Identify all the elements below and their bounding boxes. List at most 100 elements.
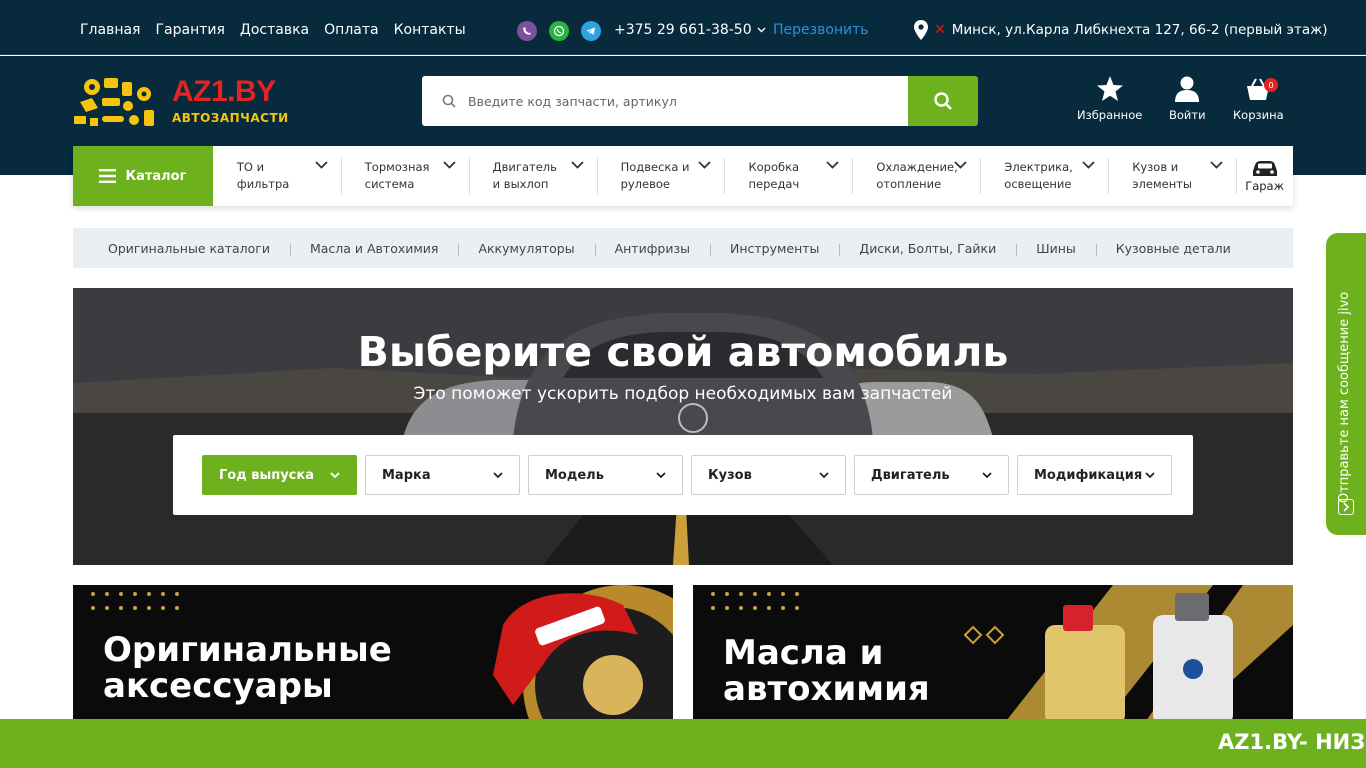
address-text: Минск, ул.Карла Либкнехта 127, 66-2 (пер… bbox=[951, 22, 1328, 38]
cart-button[interactable]: 0 Корзина bbox=[1233, 76, 1284, 122]
brand-select[interactable]: Марка bbox=[365, 455, 520, 495]
category-label-line2: и выхлоп bbox=[492, 177, 549, 191]
phone-number[interactable]: +375 29 661-38-50 bbox=[614, 22, 766, 38]
logo[interactable]: AZ1.BY АВТОЗАПЧАСТИ bbox=[72, 72, 289, 130]
subnav-original-catalogs[interactable]: Оригинальные каталоги bbox=[108, 241, 310, 256]
phone-text: +375 29 661-38-50 bbox=[614, 22, 752, 38]
brake-caliper-image bbox=[493, 585, 673, 725]
nav-link-contacts[interactable]: Контакты bbox=[394, 22, 466, 38]
search-button[interactable] bbox=[908, 76, 978, 126]
category-label-line2: отопление bbox=[876, 177, 942, 191]
user-icon bbox=[1175, 76, 1200, 102]
garage-button[interactable]: Гараж bbox=[1236, 146, 1293, 206]
category-label-line2: элементы bbox=[1132, 177, 1192, 191]
store-address: ✕ Минск, ул.Карла Либкнехта 127, 66-2 (п… bbox=[914, 20, 1328, 40]
year-select[interactable]: Год выпуска bbox=[202, 455, 357, 495]
nav-link-home[interactable]: Главная bbox=[80, 22, 140, 38]
telegram-icon[interactable] bbox=[581, 21, 601, 41]
category-to-filters[interactable]: ТО и фильтра bbox=[213, 146, 341, 206]
category-label-line1: Тормозная bbox=[364, 160, 430, 174]
messenger-icons bbox=[517, 21, 601, 41]
category-label-line1: Подвеска и bbox=[620, 160, 690, 174]
category-label-line2: передач bbox=[748, 177, 800, 191]
nav-link-warranty[interactable]: Гарантия bbox=[155, 22, 224, 38]
category-label-line2: освещение bbox=[1004, 177, 1072, 191]
hero-subtitle: Это поможет ускорить подбор необходимых … bbox=[413, 384, 953, 404]
chevron-down-icon bbox=[656, 471, 666, 478]
dot-pattern bbox=[711, 592, 799, 610]
category-electrics[interactable]: Электрика, освещение bbox=[980, 146, 1108, 206]
promo-title-line1: Оригинальные bbox=[103, 630, 392, 670]
chevron-down-icon bbox=[315, 161, 328, 169]
promo-accessories[interactable]: Оригинальные аксессуары bbox=[73, 585, 673, 725]
search-icon bbox=[934, 92, 952, 110]
whatsapp-icon[interactable] bbox=[549, 21, 569, 41]
subnav-tires[interactable]: Шины bbox=[1036, 241, 1116, 256]
engine-select[interactable]: Двигатель bbox=[854, 455, 1009, 495]
chevron-down-icon bbox=[493, 471, 503, 478]
oil-bottles-image bbox=[963, 585, 1293, 725]
subnav-batteries[interactable]: Аккумуляторы bbox=[478, 241, 614, 256]
callback-link[interactable]: Перезвонить bbox=[773, 22, 869, 38]
year-select-label: Год выпуска bbox=[219, 467, 314, 483]
promo-title-line2: аксессуары bbox=[103, 666, 333, 706]
model-select[interactable]: Модель bbox=[528, 455, 683, 495]
promo-title-line2: автохимия bbox=[723, 669, 930, 709]
category-gearbox[interactable]: Коробка передач bbox=[724, 146, 852, 206]
garage-label: Гараж bbox=[1245, 179, 1284, 193]
ticker-text: AZ1.BY- НИЗКИЕ ЦЕНЫ bbox=[1218, 730, 1366, 754]
category-suspension[interactable]: Подвеска и рулевое bbox=[596, 146, 725, 206]
hero-banner: Выберите свой автомобиль Это поможет уск… bbox=[73, 288, 1293, 565]
category-label-line2: система bbox=[364, 177, 415, 191]
chevron-down-icon bbox=[757, 27, 766, 33]
nav-link-delivery[interactable]: Доставка bbox=[240, 22, 309, 38]
category-label-line1: Кузов и bbox=[1132, 160, 1179, 174]
logo-name: AZ1.BY bbox=[172, 75, 276, 108]
logo-subtitle: АВТОЗАПЧАСТИ bbox=[172, 111, 289, 125]
subnav-oils-chemicals[interactable]: Масла и Автохимия bbox=[310, 241, 478, 256]
body-select[interactable]: Кузов bbox=[691, 455, 846, 495]
hero-title: Выберите свой автомобиль bbox=[357, 328, 1009, 376]
subnav-antifreeze[interactable]: Антифризы bbox=[615, 241, 730, 256]
body-select-label: Кузов bbox=[708, 467, 752, 483]
search-icon bbox=[442, 94, 456, 108]
nav-link-payment[interactable]: Оплата bbox=[324, 22, 378, 38]
chevron-down-icon bbox=[826, 161, 840, 169]
chevron-down-icon bbox=[819, 471, 829, 478]
catalog-button[interactable]: Каталог bbox=[73, 146, 213, 206]
profile-label: Войти bbox=[1169, 108, 1206, 122]
car-icon bbox=[1252, 161, 1277, 176]
top-nav: Главная Гарантия Доставка Оплата Контакт… bbox=[80, 22, 466, 38]
map-pin-icon bbox=[914, 20, 928, 40]
car-selector: Год выпуска Марка Модель Кузов Двигатель… bbox=[173, 435, 1193, 515]
search-field-wrap bbox=[422, 76, 908, 126]
car-parts-logo-icon bbox=[74, 78, 154, 126]
promo-oils[interactable]: Масла и автохимия bbox=[693, 585, 1293, 725]
favorites-label: Избранное bbox=[1077, 108, 1143, 122]
category-engine[interactable]: Двигатель и выхлоп bbox=[468, 146, 597, 206]
subnav-tools[interactable]: Инструменты bbox=[730, 241, 859, 256]
modification-select[interactable]: Модификация bbox=[1017, 455, 1172, 495]
category-body[interactable]: Кузов и элементы bbox=[1108, 146, 1236, 206]
search-input[interactable] bbox=[468, 93, 888, 109]
subnav-wheels-bolts[interactable]: Диски, Болты, Гайки bbox=[859, 241, 1036, 256]
chat-widget-tab[interactable]: Отправьте нам сообщение jivo bbox=[1326, 233, 1366, 535]
search-bar bbox=[422, 76, 978, 126]
chevron-down-icon bbox=[982, 471, 992, 478]
category-label-line1: Охлаждение, bbox=[876, 160, 958, 174]
category-brakes[interactable]: Тормозная система bbox=[340, 146, 469, 206]
cart-label: Корзина bbox=[1233, 108, 1284, 122]
category-label-line1: ТО и bbox=[236, 160, 265, 174]
chevron-down-icon bbox=[1145, 471, 1155, 478]
category-label-line1: Двигатель bbox=[492, 160, 557, 174]
brand-select-label: Марка bbox=[382, 467, 431, 483]
top-bar: Главная Гарантия Доставка Оплата Контакт… bbox=[0, 0, 1366, 55]
chevron-down-icon bbox=[330, 471, 340, 478]
model-select-label: Модель bbox=[545, 467, 604, 483]
favorites-button[interactable]: Избранное bbox=[1077, 76, 1142, 122]
profile-button[interactable]: Войти bbox=[1169, 76, 1206, 122]
viber-icon[interactable] bbox=[517, 21, 537, 41]
category-label-line1: Коробка bbox=[748, 160, 800, 174]
subnav-body-parts[interactable]: Кузовные детали bbox=[1116, 241, 1271, 256]
category-cooling[interactable]: Охлаждение, отопление bbox=[852, 146, 980, 206]
